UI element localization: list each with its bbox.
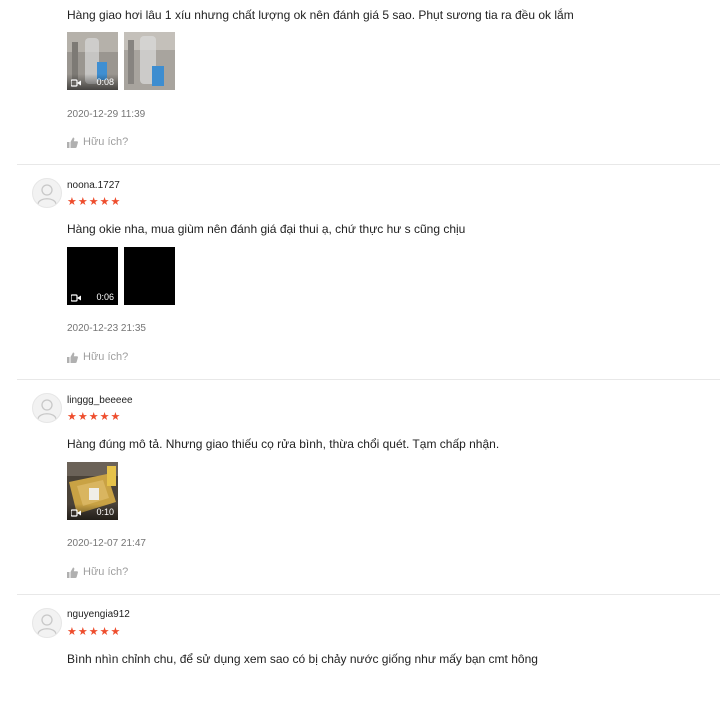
video-thumbnail[interactable]: 0:06 bbox=[67, 247, 118, 305]
helpful-label: Hữu ích? bbox=[83, 136, 129, 148]
image-thumbnail-image bbox=[124, 247, 175, 305]
default-user-icon bbox=[37, 184, 57, 205]
review-divider bbox=[17, 379, 720, 380]
review-username[interactable]: linggg_beeeee bbox=[67, 395, 133, 406]
image-thumbnail[interactable] bbox=[124, 247, 175, 305]
video-duration: 0:06 bbox=[96, 292, 114, 302]
avatar[interactable] bbox=[32, 393, 62, 423]
video-duration: 0:10 bbox=[96, 507, 114, 517]
star-rating: ★★★★★ bbox=[67, 411, 122, 423]
avatar[interactable] bbox=[32, 608, 62, 638]
video-badge: 0:10 bbox=[67, 504, 118, 520]
video-thumbnail[interactable]: 0:08 bbox=[67, 32, 118, 90]
video-camera-icon bbox=[71, 79, 81, 87]
image-thumbnail-image bbox=[124, 32, 175, 90]
thumbs-up-icon bbox=[67, 567, 78, 578]
review-date: 2020-12-23 21:35 bbox=[67, 323, 146, 334]
default-user-icon bbox=[37, 399, 57, 420]
review-divider bbox=[17, 164, 720, 165]
video-badge: 0:06 bbox=[67, 289, 118, 305]
video-badge: 0:08 bbox=[67, 74, 118, 90]
star-rating: ★★★★★ bbox=[67, 626, 122, 638]
review-username[interactable]: noona.1727 bbox=[67, 180, 120, 191]
video-duration: 0:08 bbox=[96, 77, 114, 87]
review-username[interactable]: nguyengia912 bbox=[67, 609, 130, 620]
helpful-label: Hữu ích? bbox=[83, 566, 129, 578]
video-camera-icon bbox=[71, 294, 81, 302]
review-date: 2020-12-07 21:47 bbox=[67, 538, 146, 549]
thumbs-up-icon bbox=[67, 137, 78, 148]
avatar[interactable] bbox=[32, 178, 62, 208]
thumbs-up-icon bbox=[67, 352, 78, 363]
review-comment: Hàng giao hơi lâu 1 xíu nhưng chất lượng… bbox=[67, 8, 574, 22]
star-rating: ★★★★★ bbox=[67, 196, 122, 208]
review-comment: Hàng okie nha, mua giùm nên đánh giá đại… bbox=[67, 222, 466, 236]
review-comment: Bình nhìn chỉnh chu, để sử dụng xem sao … bbox=[67, 652, 538, 666]
video-camera-icon bbox=[71, 509, 81, 517]
review-date: 2020-12-29 11:39 bbox=[67, 109, 146, 120]
review-comment: Hàng đúng mô tả. Nhưng giao thiếu cọ rửa… bbox=[67, 437, 500, 451]
default-user-icon bbox=[37, 614, 57, 635]
helpful-label: Hữu ích? bbox=[83, 351, 129, 363]
image-thumbnail[interactable] bbox=[124, 32, 175, 90]
review-divider bbox=[17, 594, 720, 595]
video-thumbnail[interactable]: 0:10 bbox=[67, 462, 118, 520]
